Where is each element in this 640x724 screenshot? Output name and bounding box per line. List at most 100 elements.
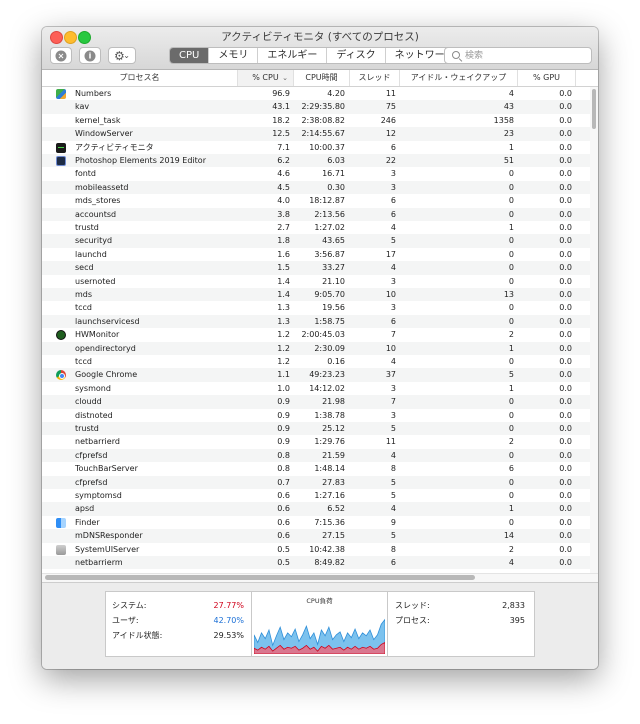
table-row[interactable]: tccd 1.3 19.56 3 0 0.0 [42,301,590,314]
gpu-percent: 0.0 [559,491,572,500]
cpu-percent: 0.9 [277,397,290,407]
table-row[interactable]: launchservicesd 1.3 1:58.75 6 0 0.0 [42,314,590,329]
system-label: システム: [112,601,147,610]
cpu-time: 1:27.02 [314,223,345,232]
idle-wakeups: 0 [508,477,514,487]
table-row[interactable]: fontd 4.6 16.71 3 0 0.0 [42,167,590,180]
idle-wakeups: 0 [508,249,514,259]
table-row[interactable]: accountsd 3.8 2:13.56 6 0 0.0 [42,207,590,221]
cpu-percent: 1.5 [277,263,290,273]
table-row[interactable]: securityd 1.8 43.65 5 0 0.0 [42,234,590,248]
table-row[interactable]: SystemUIServer 0.5 10:42.38 8 2 0.0 [42,543,590,556]
cpu-percent: 12.5 [272,129,290,139]
threads-stat: スレッド: 2,833 [395,600,525,611]
thread-count: 4 [390,223,396,232]
thread-count: 3 [390,169,396,179]
actions-menu-button[interactable]: ⚙ ⌄ [108,47,136,64]
table-row[interactable]: tccd 1.2 0.16 4 0 0.0 [42,355,590,368]
process-name: tccd [75,357,93,366]
vertical-scrollbar[interactable] [590,87,598,573]
thread-count: 3 [390,182,396,192]
tab-cpu[interactable]: CPU [170,48,210,63]
cpu-percent: 1.3 [277,316,290,326]
cpu-time: 2:00:45.03 [301,330,345,340]
table-row[interactable]: opendirectoryd 1.2 2:30.09 10 1 0.0 [42,341,590,355]
idle-wakeups: 0 [508,236,514,246]
gpu-percent: 0.0 [559,115,572,125]
search-field[interactable] [444,47,592,64]
cpu-time: 2:29:35.80 [301,102,345,112]
cpu-time: 33.27 [322,263,345,273]
table-row[interactable]: WindowServer 12.5 2:14:55.67 12 23 0.0 [42,127,590,141]
column-idle-wakeups[interactable]: アイドル・ウェイクアップ [400,70,518,86]
idle-wakeups: 5 [508,370,514,380]
inspect-process-button[interactable]: i [79,47,101,64]
idle-wakeups: 0 [508,357,514,366]
column-gpu[interactable]: % GPU [518,70,576,86]
cpu-percent: 1.8 [277,236,290,246]
gpu-percent: 0.0 [559,89,572,98]
horizontal-scroll-thumb[interactable] [45,575,475,580]
processes-stat: プロセス: 395 [395,615,525,626]
process-name: TouchBarServer [75,464,138,474]
table-row[interactable]: Photoshop Elements 2019 Editor 6.2 6.03 22 5… [42,154,590,168]
cpu-time: 21.98 [322,397,345,407]
vertical-scroll-thumb[interactable] [592,89,596,129]
table-row[interactable]: distnoted 0.9 1:38.78 3 0 0.0 [42,409,590,422]
thread-count: 3 [390,276,396,286]
process-name: Finder [75,517,100,527]
table-row[interactable]: sysmond 1.0 14:12.02 3 1 0.0 [42,382,590,395]
idle-wakeups: 0 [508,450,514,460]
table-row[interactable]: netbarrierd 0.9 1:29.76 11 2 0.0 [42,435,590,448]
search-input[interactable] [465,48,585,63]
table-row[interactable]: mds_stores 4.0 18:12.87 6 0 0.0 [42,194,590,207]
table-row[interactable]: Numbers 96.9 4.20 11 4 0.0 [42,87,590,100]
cpu-percent: 0.6 [277,491,290,500]
table-row[interactable]: Google Chrome 1.1 49:23.23 37 5 0.0 [42,368,590,382]
table-row[interactable]: HWMonitor 1.2 2:00:45.03 7 2 0.0 [42,328,590,341]
thread-count: 6 [390,209,396,219]
gpu-percent: 0.0 [559,129,572,139]
gpu-percent: 0.0 [559,424,572,433]
cpu-time: 3:56.87 [314,249,345,259]
column-process-name[interactable]: プロセス名 [42,70,238,86]
cpu-percent: 43.1 [272,102,290,112]
table-row[interactable]: launchd 1.6 3:56.87 17 0 0.0 [42,248,590,261]
table-row[interactable]: mDNSResponder 0.6 27.15 5 14 0.0 [42,529,590,543]
table-row[interactable]: mobileassetd 4.5 0.30 3 0 0.0 [42,180,590,195]
gpu-percent: 0.0 [559,383,572,393]
table-row[interactable]: アクティビティモニタ 7.1 10:00.37 6 1 0.0 [42,141,590,154]
column-cpu[interactable]: % CPU ⌄ [238,70,294,86]
column-threads[interactable]: スレッド [350,70,400,86]
stop-process-button[interactable]: × [50,47,72,64]
thread-count: 5 [390,424,396,433]
table-row[interactable]: secd 1.5 33.27 4 0 0.0 [42,261,590,275]
horizontal-scrollbar[interactable] [42,573,598,582]
idle-wakeups: 1 [508,343,514,353]
table-row[interactable]: trustd 2.7 1:27.02 4 1 0.0 [42,221,590,234]
table-row[interactable]: cfprefsd 0.7 27.83 5 0 0.0 [42,475,590,489]
gpu-percent: 0.0 [559,169,572,179]
process-name: trustd [75,223,99,232]
table-row[interactable]: Finder 0.6 7:15.36 9 0 0.0 [42,516,590,529]
table-row[interactable]: netbarrierm 0.5 8:49.82 6 4 0.0 [42,556,590,570]
tab-energy[interactable]: エネルギー [258,48,328,63]
column-extra[interactable] [576,70,598,86]
tab-memory[interactable]: メモリ [209,48,259,63]
table-row[interactable]: cfprefsd 0.8 21.59 4 0 0.0 [42,448,590,463]
table-row[interactable]: kav 43.1 2:29:35.80 75 43 0.0 [42,100,590,114]
table-row[interactable]: symptomsd 0.6 1:27.16 5 0 0.0 [42,489,590,502]
cpu-percent: 96.9 [272,89,290,98]
tab-disk[interactable]: ディスク [327,48,386,63]
table-row[interactable]: kernel_task 18.2 2:38:08.82 246 1358 0.0 [42,114,590,127]
table-row[interactable]: apsd 0.6 6.52 4 1 0.0 [42,502,590,516]
column-cpu-time[interactable]: CPU時間 [294,70,350,86]
table-row[interactable]: trustd 0.9 25.12 5 0 0.0 [42,422,590,436]
table-row[interactable]: TouchBarServer 0.8 1:48.14 8 6 0.0 [42,462,590,475]
thread-count: 7 [390,397,396,407]
table-row[interactable]: mds 1.4 9:05.70 10 13 0.0 [42,288,590,302]
table-row[interactable]: cloudd 0.9 21.98 7 0 0.0 [42,395,590,409]
table-row[interactable]: usernoted 1.4 21.10 3 0 0.0 [42,275,590,288]
cpu-time: 19.56 [322,303,345,313]
cpu-percent: 1.2 [277,343,290,353]
